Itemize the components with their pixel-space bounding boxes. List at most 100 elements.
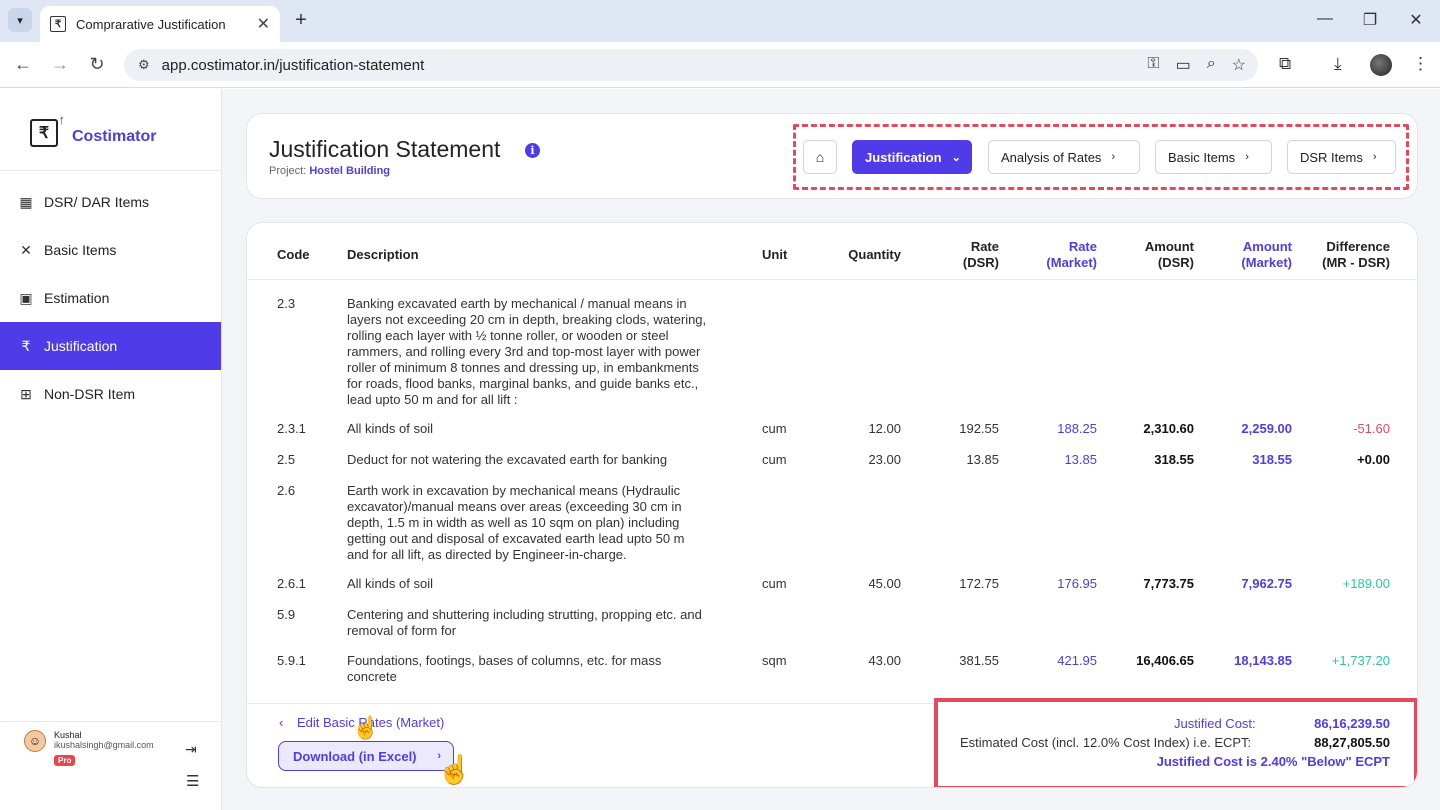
cell-rate-market: 188.25 [1057,421,1097,436]
cell-code: 5.9 [277,607,296,622]
tab-title: Comprarative Justification [76,16,226,32]
tab-dsr-items[interactable]: DSR Items › [1287,140,1396,174]
download-excel-button[interactable]: Download (in Excel) › [278,741,454,771]
restore-icon[interactable]: ❐ [1359,10,1381,30]
desc-line: for roads, flood banks, marginal banks, … [347,376,699,391]
desc-line: rammers, and rolling every 3rd and top-m… [347,344,701,359]
cell-code: 2.6.1 [277,576,306,591]
menu-kebab-icon[interactable]: ⋮ [1412,54,1429,74]
omnibox[interactable]: ⚙ app.costimator.in/justification-statem… [124,49,1258,81]
logout-icon[interactable]: ⇥ [185,741,197,758]
cell-code: 2.5 [277,452,296,467]
cell-rate-dsr: 381.55 [959,653,999,668]
tab-search-icon[interactable]: ▾ [8,8,32,32]
tab-label: Analysis of Rates [1001,149,1102,165]
user-email: ikushalsingh@gmail.com [54,740,154,750]
desc-line: removal of form for [347,623,457,638]
zoom-icon[interactable]: ⌕ [1207,55,1216,75]
app-logo[interactable]: ₹ Costimator [30,112,157,147]
desc-line: excavator)/manual means over areas (exce… [347,499,682,514]
header-line: Rate [970,239,999,254]
divider [0,170,221,171]
minimize-icon[interactable]: — [1314,10,1336,28]
password-key-icon[interactable]: ⚿ [1147,55,1159,75]
desc-line: and for all lift, as directed by Enginee… [347,547,627,562]
header-line: Rate [1068,239,1097,254]
cell-rate-dsr: 13.85 [966,452,999,467]
cell-code: 2.6 [277,483,296,498]
tab-analysis-of-rates[interactable]: Analysis of Rates › [988,140,1140,174]
info-icon[interactable]: i [525,143,540,158]
sidebar-item-label: Estimation [44,290,110,306]
costimator-logo-icon: ₹ [30,112,65,147]
user-profile[interactable]: ☺ Kushal ikushalsingh@gmail.com Pro [24,730,154,768]
address-bar: ← → ↻ ⚙ app.costimator.in/justification-… [0,42,1440,88]
col-header-difference: Difference (MR - DSR) [1297,239,1390,271]
justified-cost-label: Justified Cost: [1174,716,1256,731]
site-info-icon[interactable]: ⚙ [138,57,150,73]
sidebar-item-justification[interactable]: ₹ Justification [0,322,221,370]
tab-justification[interactable]: Justification ⌄ [852,140,972,174]
download-icon[interactable]: ⤓ [1334,54,1342,74]
calculator-icon: ▣ [19,289,33,306]
profile-avatar[interactable] [1370,54,1392,76]
browser-tabstrip: ▾ ₹ Comprarative Justification ✕ + — ❐ ✕ [0,0,1440,42]
bookmark-star-icon[interactable]: ☆ [1232,55,1246,75]
home-button[interactable]: ⌂ [803,140,837,174]
chevron-right-icon: › [1372,151,1377,163]
header-line: (DSR) [1157,255,1194,270]
cell-amount-dsr: 16,406.65 [1136,653,1194,668]
hand-cursor-icon: ☝ [437,754,472,785]
forward-icon[interactable]: → [49,54,71,75]
rupee-icon: ₹ [21,337,31,354]
tab-label: Basic Items [1168,149,1236,165]
table-grid-icon: ▦ [19,193,33,210]
divider [0,721,221,722]
cell-rate-market: 13.85 [1064,452,1097,467]
cell-difference: +189.00 [1342,576,1390,591]
sidebar-item-non-dsr-item[interactable]: ⊞ Non-DSR Item [0,370,221,418]
desc-line: roller of minimum 8 tonnes and dressing … [347,360,699,375]
new-tab-icon[interactable]: + [290,9,312,32]
reload-icon[interactable]: ↻ [86,54,108,75]
cell-amount-market: 18,143.85 [1234,653,1292,668]
sidebar-item-label: Basic Items [44,242,117,258]
cell-description: Centering and shuttering including strut… [347,607,702,639]
cell-description: Deduct for not watering the excavated ea… [347,452,668,467]
sidebar-nav: ▦ DSR/ DAR Items ✕ Basic Items ▣ Estimat… [0,178,221,418]
tools-icon: ✕ [20,241,32,258]
close-window-icon[interactable]: ✕ [1405,10,1427,30]
tab-basic-items[interactable]: Basic Items › [1155,140,1272,174]
extensions-icon[interactable]: ⧉ [1279,54,1291,74]
sidebar-item-estimation[interactable]: ▣ Estimation [0,274,221,322]
estimated-cost-label: Estimated Cost (incl. 12.0% Cost Index) … [960,735,1252,750]
project-line: Project: Hostel Building [269,165,390,177]
download-button-label: Download (in Excel) [293,748,417,764]
close-tab-icon[interactable]: ✕ [257,14,270,34]
back-icon[interactable]: ← [12,54,34,75]
hand-cursor-icon: ☝ [352,715,380,740]
sidebar-item-dsr-dar-items[interactable]: ▦ DSR/ DAR Items [0,178,221,226]
tab-label: DSR Items [1300,149,1363,165]
brand-name: Costimator [72,128,157,145]
cell-amount-dsr: 2,310.60 [1143,421,1194,436]
collapse-sidebar-icon[interactable]: ☰ [186,772,199,790]
cell-unit: cum [762,576,787,591]
desc-line: concrete [347,669,397,684]
desc-line: Centering and shuttering including strut… [347,607,702,622]
install-app-icon[interactable]: ▭ [1176,55,1191,75]
summary-note: Justified Cost is 2.40% "Below" ECPT [1156,754,1390,769]
cell-code: 2.3.1 [277,421,306,436]
browser-tab[interactable]: ₹ Comprarative Justification ✕ [40,6,280,42]
cell-amount-dsr: 318.55 [1154,452,1194,467]
url-text[interactable]: app.costimator.in/justification-statemen… [162,57,425,74]
col-header-code: Code [277,247,310,262]
project-name[interactable]: Hostel Building [309,165,390,177]
cell-amount-market: 318.55 [1252,452,1292,467]
sidebar-item-label: Non-DSR Item [44,386,136,402]
cell-code: 2.3 [277,296,296,311]
desc-line: rolling each layer with ½ tonne roller, … [347,328,669,343]
cell-difference: -51.60 [1353,421,1390,436]
sidebar-item-basic-items[interactable]: ✕ Basic Items [0,226,221,274]
justification-table: Code Description Unit Quantity Rate (DSR… [246,222,1418,788]
